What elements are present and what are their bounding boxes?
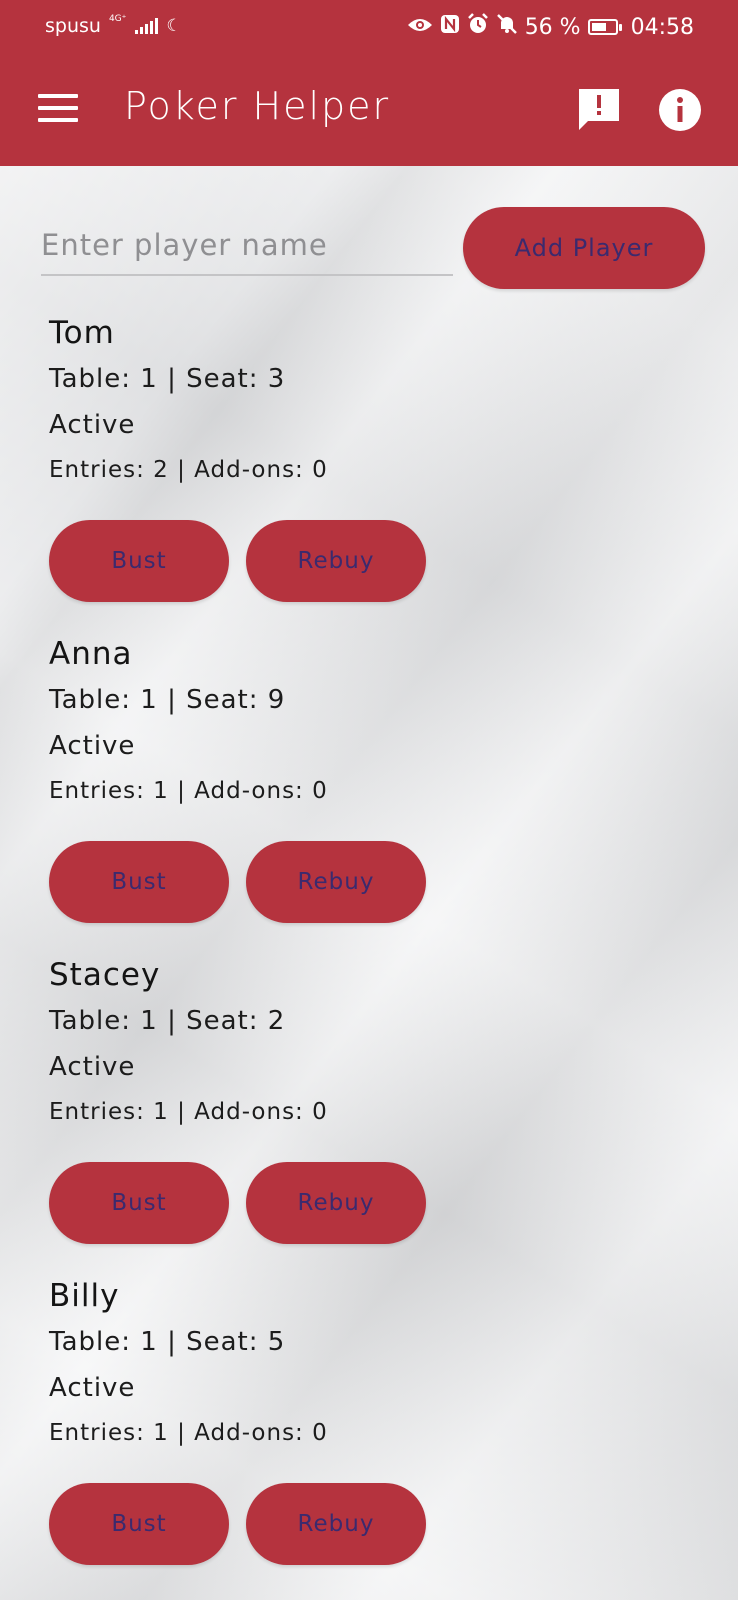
status-bar: spusu 4G⁺ ☾ 56 % 04:58 — [0, 0, 738, 52]
player-card: Anna Table: 1 | Seat: 9 Active Entries: … — [49, 631, 549, 923]
player-status: Active — [49, 1052, 136, 1082]
bust-button[interactable]: Bust — [49, 1483, 229, 1565]
player-name: Billy — [49, 1278, 120, 1314]
player-entries: Entries: 1 | Add-ons: 0 — [49, 1420, 328, 1446]
player-status: Active — [49, 1373, 136, 1403]
player-status: Active — [49, 410, 136, 440]
player-name: Stacey — [49, 957, 161, 993]
app-bar: Poker Helper — [0, 52, 738, 166]
bust-button[interactable]: Bust — [49, 841, 229, 923]
network-type: 4G⁺ — [108, 14, 127, 24]
player-card: Stacey Table: 1 | Seat: 2 Active Entries… — [49, 952, 549, 1244]
rebuy-button[interactable]: Rebuy — [246, 841, 426, 923]
report-feedback-icon[interactable] — [578, 88, 620, 130]
player-name: Anna — [49, 636, 133, 672]
rebuy-button[interactable]: Rebuy — [246, 1483, 426, 1565]
mute-bell-icon — [496, 13, 518, 41]
moon-icon: ☾ — [166, 16, 182, 36]
bust-button[interactable]: Bust — [49, 520, 229, 602]
player-name-input[interactable] — [41, 220, 453, 270]
player-name-field-wrapper — [41, 220, 453, 276]
rebuy-button[interactable]: Rebuy — [246, 1162, 426, 1244]
nfc-icon — [440, 14, 460, 40]
player-card: Billy Table: 1 | Seat: 5 Active Entries:… — [49, 1273, 549, 1565]
eye-icon — [407, 15, 433, 40]
rebuy-button[interactable]: Rebuy — [246, 520, 426, 602]
player-table-seat: Table: 1 | Seat: 9 — [49, 685, 286, 715]
player-table-seat: Table: 1 | Seat: 5 — [49, 1327, 286, 1357]
info-icon[interactable] — [658, 88, 702, 132]
player-card: Tom Table: 1 | Seat: 3 Active Entries: 2… — [49, 310, 549, 602]
signal-icon — [135, 18, 159, 34]
player-table-seat: Table: 1 | Seat: 2 — [49, 1006, 286, 1036]
player-entries: Entries: 2 | Add-ons: 0 — [49, 457, 328, 483]
player-status: Active — [49, 731, 136, 761]
battery-level: 56 % — [524, 14, 581, 40]
player-name: Tom — [49, 315, 115, 351]
hamburger-menu-icon[interactable] — [38, 94, 78, 122]
alarm-icon — [467, 13, 489, 41]
add-player-button[interactable]: Add Player — [463, 207, 705, 289]
player-table-seat: Table: 1 | Seat: 3 — [49, 364, 286, 394]
player-entries: Entries: 1 | Add-ons: 0 — [49, 778, 328, 804]
app-title: Poker Helper — [124, 84, 391, 128]
player-entries: Entries: 1 | Add-ons: 0 — [49, 1099, 328, 1125]
clock-time: 04:58 — [630, 14, 694, 40]
bust-button[interactable]: Bust — [49, 1162, 229, 1244]
battery-icon — [587, 19, 622, 35]
carrier-name: spusu — [45, 15, 101, 37]
